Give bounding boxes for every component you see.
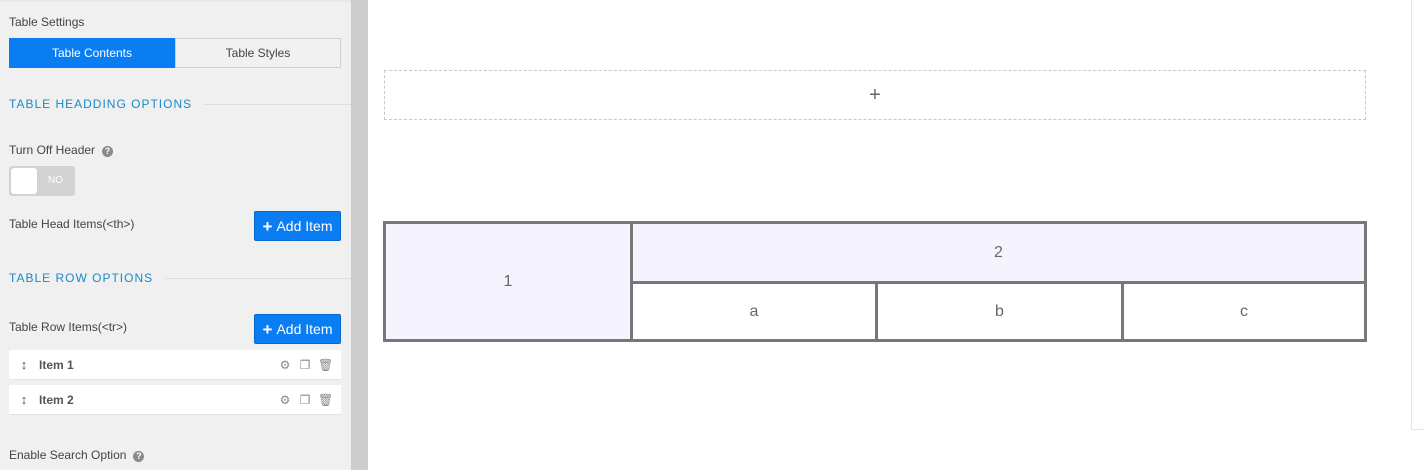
toggle-knob (11, 168, 37, 194)
list-item[interactable]: ↕ Item 2 ⚙ ❐ 🗑 (9, 385, 341, 415)
gear-icon[interactable]: ⚙ (278, 393, 292, 407)
row-item-actions: ⚙ ❐ 🗑 (278, 358, 334, 372)
add-block-dropzone[interactable]: + (384, 70, 1366, 120)
duplicate-icon[interactable]: ❐ (298, 358, 312, 372)
plus-icon: + (262, 319, 273, 339)
canvas-right-edge (1411, 0, 1425, 430)
section-divider (165, 277, 351, 279)
add-head-item-button[interactable]: + Add Item (254, 211, 341, 241)
turn-off-header-label: Turn Off Header (9, 143, 96, 157)
turn-off-header-row: Turn Off Header? (9, 143, 114, 157)
trash-icon[interactable]: 🗑 (318, 393, 333, 407)
sidebar-scrollbar[interactable] (351, 0, 368, 470)
tab-table-styles[interactable]: Table Styles (175, 38, 341, 68)
table-row: 1 2 (383, 221, 1367, 342)
row-options-section: TABLE ROW OPTIONS (9, 271, 351, 285)
duplicate-icon[interactable]: ❐ (298, 393, 312, 407)
tab-table-contents[interactable]: Table Contents (9, 38, 175, 68)
add-head-item-label: Add Item (276, 218, 333, 234)
settings-tabs: Table Contents Table Styles (9, 38, 341, 68)
table-preview[interactable]: 1 2 a b c (383, 221, 1367, 342)
section-divider (204, 103, 351, 105)
plus-icon: + (869, 83, 881, 106)
help-icon[interactable]: ? (133, 451, 145, 462)
table-cell[interactable]: a (630, 281, 878, 342)
row-options-title: TABLE ROW OPTIONS (9, 271, 154, 285)
enable-search-row: Enable Search Option? (9, 448, 145, 462)
row-item-label: Item 1 (39, 357, 74, 372)
heading-options-title: TABLE HEADDING OPTIONS (9, 97, 193, 111)
add-row-item-label: Add Item (276, 321, 333, 337)
table-cell[interactable]: 2 (630, 221, 1367, 284)
add-row-item-button[interactable]: + Add Item (254, 314, 341, 344)
row-item-label: Item 2 (39, 392, 74, 407)
list-item[interactable]: ↕ Item 1 ⚙ ❐ 🗑 (9, 350, 341, 380)
heading-options-section: TABLE HEADDING OPTIONS (9, 97, 351, 111)
sidebar-top-shadow (0, 0, 351, 3)
row-items-label: Table Row Items(<tr>) (9, 320, 128, 334)
enable-search-label: Enable Search Option (9, 448, 127, 462)
help-icon[interactable]: ? (102, 146, 114, 157)
toggle-state-label: NO (48, 175, 63, 186)
table-cell[interactable]: 1 (383, 221, 633, 342)
trash-icon[interactable]: 🗑 (318, 358, 333, 372)
settings-title: Table Settings (9, 15, 85, 29)
table-cell[interactable]: b (875, 281, 1124, 342)
gear-icon[interactable]: ⚙ (278, 358, 292, 372)
turn-off-header-toggle[interactable]: NO (9, 166, 75, 196)
drag-handle-icon[interactable]: ↕ (9, 357, 39, 372)
table-cell[interactable]: c (1121, 281, 1367, 342)
head-items-label: Table Head Items(<th>) (9, 217, 135, 231)
plus-icon: + (262, 216, 273, 236)
settings-sidebar: Table Settings Table Contents Table Styl… (0, 0, 351, 470)
drag-handle-icon[interactable]: ↕ (9, 392, 39, 407)
row-item-actions: ⚙ ❐ 🗑 (278, 393, 334, 407)
